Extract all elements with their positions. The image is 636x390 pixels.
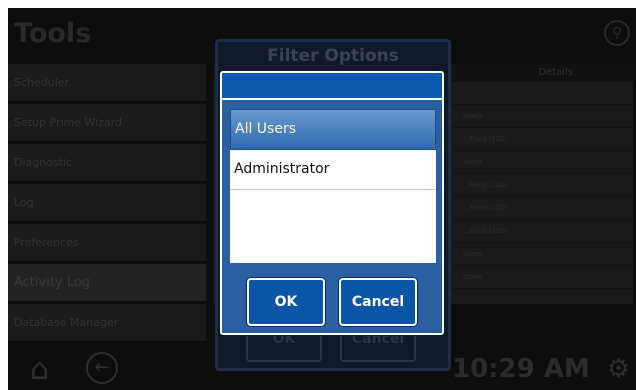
sidebar-item-scheduler[interactable]: Scheduler (8, 64, 206, 102)
page-title: Tools (14, 18, 92, 49)
sidebar-item-database-manager[interactable]: Database Manager (8, 304, 206, 342)
sidebar-item-activity-log[interactable]: Activity Log (8, 264, 206, 302)
cancel-button[interactable]: Cancel (339, 278, 417, 326)
filter-icon[interactable]: ⚲ (604, 20, 630, 46)
app-screen: Tools ⚲ Scheduler Setup Prime Wizard Dia… (8, 8, 636, 390)
ok-button[interactable]: OK (247, 278, 325, 326)
home-icon[interactable]: ⌂ (30, 352, 49, 387)
sidebar-item-setup-prime-wizard[interactable]: Setup Prime Wizard (8, 104, 206, 142)
user-filter-dialog: All Users Administrator OK Cancel (220, 71, 444, 335)
sidebar: Scheduler Setup Prime Wizard Diagnostic … (8, 64, 206, 344)
sidebar-item-log[interactable]: Log (8, 184, 206, 222)
gear-icon[interactable]: ⚙ (607, 354, 630, 384)
dialog-header (222, 73, 442, 100)
list-item-administrator[interactable]: Administrator (230, 150, 436, 190)
filter-options-title: Filter Options (267, 46, 399, 66)
sidebar-item-preferences[interactable]: Preferences (8, 224, 206, 262)
user-list: All Users Administrator (229, 108, 437, 264)
clock: 10:29 AM (452, 354, 590, 384)
list-item-all-users[interactable]: All Users (230, 109, 436, 150)
back-icon[interactable]: ← (86, 352, 118, 384)
sidebar-item-diagnostic[interactable]: Diagnostic (8, 144, 206, 182)
